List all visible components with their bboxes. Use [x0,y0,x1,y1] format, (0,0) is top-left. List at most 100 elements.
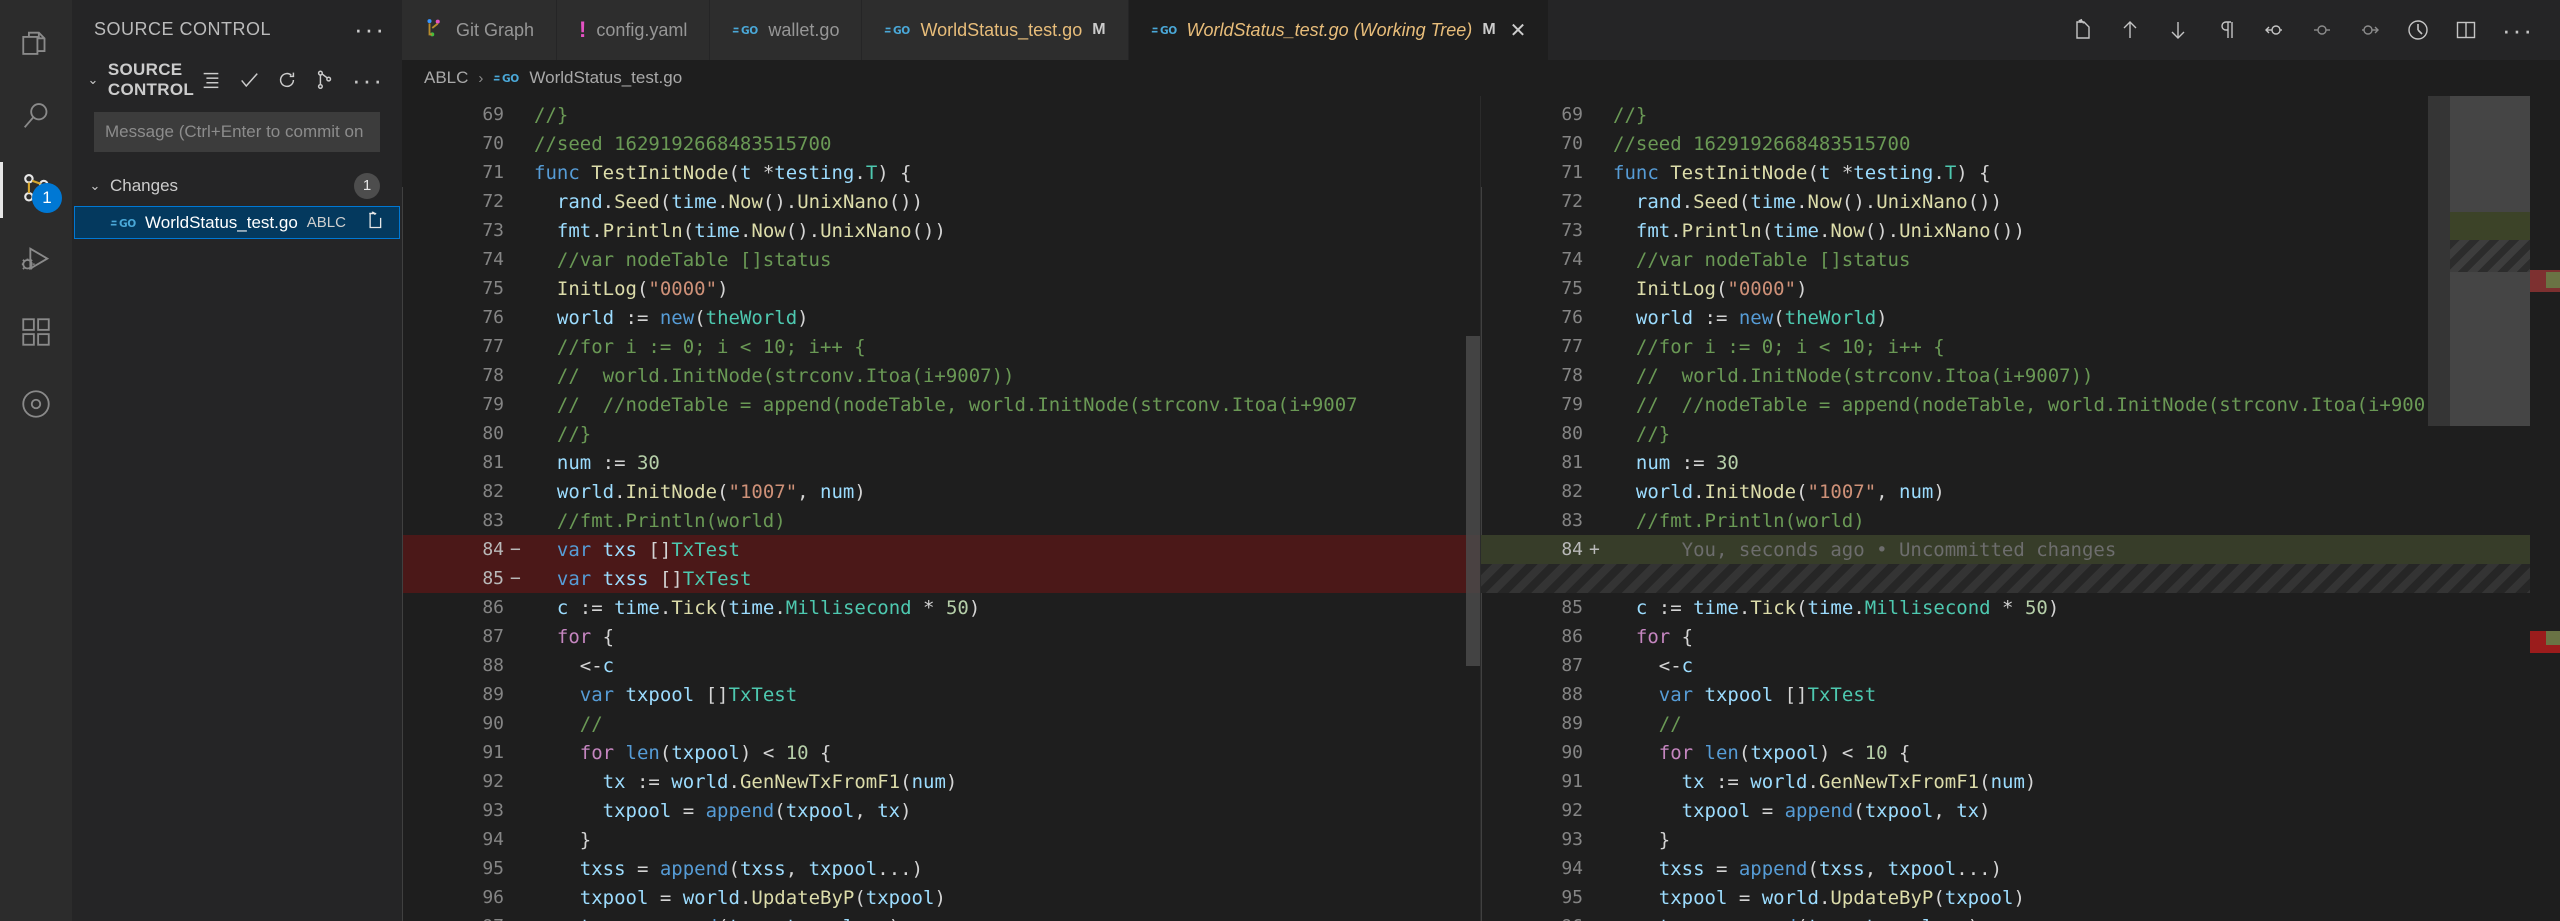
code-line[interactable]: 71 func TestInitNode(t *testing.T) { [1481,158,2560,187]
activity-item-remote-explorer[interactable] [0,370,72,442]
code-line[interactable]: 73 fmt.Println(time.Now().UnixNano()) [402,216,1480,245]
code-line[interactable]: 87 for { [402,622,1480,651]
commit-check-icon[interactable] [238,69,260,91]
source-control-more-icon[interactable]: ··· [352,67,384,93]
view-as-list-icon[interactable] [200,69,222,91]
tab-worldstatus-test-go-working-tree[interactable]: GO WorldStatus_test.go (Working Tree) M … [1128,0,1549,60]
code-line[interactable]: 89 // [1481,709,2560,738]
code-line[interactable]: 69 //} [402,100,1480,129]
code-line[interactable]: 86 for { [1481,622,2560,651]
breadcrumb-root[interactable]: ABLC [424,68,468,88]
code-line[interactable]: 88 <-c [402,651,1480,680]
code-line[interactable]: 72 rand.Seed(time.Now().UnixNano()) [1481,187,2560,216]
whitespace-pilcrow-icon[interactable] [2214,18,2238,42]
code-line[interactable]: 80 //} [402,419,1480,448]
split-editor-icon[interactable] [2454,18,2478,42]
code-line[interactable]: 96 txs = append(txs, txpool...) [1481,912,2560,921]
code-line[interactable]: 93 } [1481,825,2560,854]
code-line[interactable]: 94 } [402,825,1480,854]
code-line[interactable]: 70 //seed 1629192668483515700 [402,129,1480,158]
breadcrumb-file[interactable]: WorldStatus_test.go [529,68,682,88]
code-line[interactable]: 69 //} [1481,100,2560,129]
code-line[interactable]: 87 <-c [1481,651,2560,680]
close-icon[interactable]: ✕ [1510,18,1527,43]
code-line[interactable]: 81 num := 30 [1481,448,2560,477]
code-line[interactable]: 77 //for i := 0; i < 10; i++ { [402,332,1480,361]
code-line[interactable]: 78 // world.InitNode(strconv.Itoa(i+9007… [1481,361,2560,390]
minimap[interactable] [2428,96,2560,921]
arrow-down-icon[interactable] [2166,18,2190,42]
code-line[interactable]: 86 c := time.Tick(time.Millisecond * 50) [402,593,1480,622]
toggle-change-icon[interactable] [2310,18,2334,42]
code-line[interactable]: 74 //var nodeTable []status [1481,245,2560,274]
chevron-down-icon[interactable]: ⌄ [86,178,104,194]
next-change-icon[interactable] [2358,18,2382,42]
editor-scrollbar-original[interactable] [1466,336,1480,666]
code-line[interactable]: 94 txss = append(txss, txpool...) [1481,854,2560,883]
source-control-section-header[interactable]: ⌄ SOURCE CONTROL ··· [72,58,402,102]
code-line[interactable]: 76 world := new(theWorld) [1481,303,2560,332]
more-actions-icon[interactable]: ··· [2502,17,2534,43]
diff-pane-modified[interactable]: 69 //} 70 //seed 1629192668483515700 71 func … [1481,96,2560,921]
code-line[interactable]: 95 txpool = world.UpdateByP(txpool) [1481,883,2560,912]
activity-item-search[interactable] [0,82,72,154]
code-line[interactable]: 91 tx := world.GenNewTxFromF1(num) [1481,767,2560,796]
changes-list-item[interactable]: GO WorldStatus_test.go ABLC [74,206,479,239]
tab-config-yaml[interactable]: ! config.yaml [557,0,711,60]
code-line-deleted[interactable]: 84− var txs []TxTest [402,535,1480,564]
code-line[interactable]: 75 InitLog("0000") [1481,274,2560,303]
code-line-deleted[interactable]: 85− var txss []TxTest [402,564,1480,593]
code-line[interactable]: 73 fmt.Println(time.Now().UnixNano()) [1481,216,2560,245]
git-graph-icon[interactable] [314,69,336,91]
code-line[interactable]: 90 for len(txpool) < 10 { [1481,738,2560,767]
changes-group-header[interactable]: ⌄ Changes 1 [72,166,402,206]
activity-item-extensions[interactable] [0,298,72,370]
code-line[interactable]: 82 world.InitNode("1007", num) [1481,477,2560,506]
commit-message-input[interactable] [105,122,369,142]
code-line[interactable]: 79 // //nodeTable = append(nodeTable, wo… [1481,390,2560,419]
activity-item-explorer[interactable] [0,10,72,82]
chevron-down-icon[interactable]: ⌄ [84,72,102,88]
code-line[interactable]: 75 InitLog("0000") [402,274,1480,303]
code-line[interactable]: 83 //fmt.Println(world) [1481,506,2560,535]
code-line[interactable]: 93 txpool = append(txpool, tx) [402,796,1480,825]
tab-git-graph[interactable]: Git Graph [402,0,558,60]
diff-pane-original[interactable]: 69 //} 70 //seed 1629192668483515700 71 func … [402,96,1481,921]
code-line[interactable]: 96 txpool = world.UpdateByP(txpool) [402,883,1480,912]
commit-message-box[interactable] [94,112,380,152]
code-line[interactable]: 83 //fmt.Println(world) [402,506,1480,535]
refresh-icon[interactable] [276,69,298,91]
activity-item-run-and-debug[interactable] [0,226,72,298]
code-line[interactable]: 89 var txpool []TxTest [402,680,1480,709]
code-line[interactable]: 97 txs = append(txs, txpool...) [402,912,1480,921]
previous-change-icon[interactable] [2262,18,2286,42]
code-line[interactable]: 78 // world.InitNode(strconv.Itoa(i+9007… [402,361,1480,390]
code-line-added[interactable]: 84 + You, seconds ago • Uncommitted chang… [1481,535,2560,564]
code-line[interactable]: 85 c := time.Tick(time.Millisecond * 50) [1481,593,2560,622]
revert-file-icon[interactable] [2070,18,2094,42]
code-line[interactable]: 77 //for i := 0; i < 10; i++ { [1481,332,2560,361]
sidebar-more-icon[interactable]: ··· [354,16,386,42]
timeline-clock-icon[interactable] [2406,18,2430,42]
tab-wallet-go[interactable]: GO wallet.go [710,0,863,60]
code-line[interactable]: 76 world := new(theWorld) [402,303,1480,332]
code-line[interactable]: 79 // //nodeTable = append(nodeTable, wo… [402,390,1480,419]
code-line[interactable]: 82 world.InitNode("1007", num) [402,477,1480,506]
code-line[interactable]: 71 func TestInitNode(t *testing.T) { [402,158,1480,187]
code-line[interactable]: 92 txpool = append(txpool, tx) [1481,796,2560,825]
code-line[interactable]: 81 num := 30 [402,448,1480,477]
code-line[interactable]: 72 rand.Seed(time.Now().UnixNano()) [402,187,1480,216]
code-line[interactable]: 70 //seed 1629192668483515700 [1481,129,2560,158]
code-line[interactable]: 80 //} [1481,419,2560,448]
tab-worldstatus-test-go[interactable]: GO WorldStatus_test.go M [862,0,1129,60]
code-line[interactable]: 95 txss = append(txss, txpool...) [402,854,1480,883]
code-line[interactable]: 74 //var nodeTable []status [402,245,1480,274]
overview-ruler[interactable] [2530,96,2560,921]
code-line[interactable]: 91 for len(txpool) < 10 { [402,738,1480,767]
code-line[interactable]: 92 tx := world.GenNewTxFromF1(num) [402,767,1480,796]
code-line[interactable]: 90 // [402,709,1480,738]
arrow-up-icon[interactable] [2118,18,2142,42]
activity-item-source-control[interactable]: 1 [0,154,72,226]
open-file-icon[interactable] [364,210,385,236]
code-line[interactable]: 88 var txpool []TxTest [1481,680,2560,709]
